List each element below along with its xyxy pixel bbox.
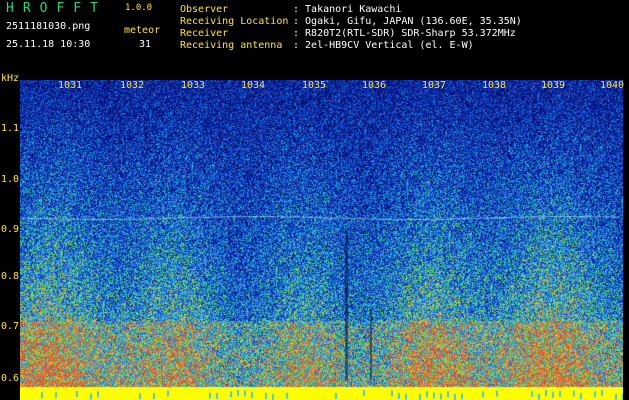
app-logo: HROFFT: [6, 1, 107, 16]
y-tick-0-8: 0.8: [1, 271, 20, 282]
x-tick-1040: 1040: [600, 80, 625, 91]
info-value-antenna: : 2el-HB9CV Vertical (el. E-W): [293, 40, 474, 51]
x-tick-1039: 1039: [541, 80, 566, 91]
spectrogram: [20, 80, 623, 400]
x-tick-1031: 1031: [58, 80, 83, 91]
y-axis-unit: kHz: [1, 73, 20, 84]
app-version: 1.0.0: [125, 3, 153, 13]
hrofft-window: HROFFT 1.0.0 2511181030.png 25.11.18 10:…: [0, 0, 629, 400]
x-tick-1032: 1032: [120, 80, 145, 91]
timestamp: 25.11.18 10:30: [6, 39, 91, 50]
x-tick-1035: 1035: [302, 80, 327, 91]
info-label-antenna: Receiving antenna: [180, 40, 283, 51]
y-tick-0-6: 0.6: [1, 373, 20, 384]
x-tick-1033: 1033: [181, 80, 206, 91]
meteor-label: meteor: [124, 25, 161, 36]
info-label-location: Receiving Location: [180, 16, 289, 27]
meteor-count: 31: [139, 39, 152, 50]
x-tick-1038: 1038: [482, 80, 507, 91]
info-label-receiver: Receiver: [180, 28, 229, 39]
x-tick-1036: 1036: [362, 80, 387, 91]
x-tick-1034: 1034: [241, 80, 266, 91]
info-value-location: : Ogaki, Gifu, JAPAN (136.60E, 35.35N): [293, 16, 522, 27]
y-tick-1-0: 1.0: [1, 174, 20, 185]
y-tick-0-7: 0.7: [1, 321, 20, 332]
file-name: 2511181030.png: [6, 21, 91, 32]
y-tick-1-1: 1.1: [1, 123, 20, 134]
y-tick-0-9: 0.9: [1, 224, 20, 235]
info-value-receiver: : R820T2(RTL-SDR) SDR-Sharp 53.372MHz: [293, 28, 516, 39]
x-tick-1037: 1037: [422, 80, 447, 91]
info-value-observer: : Takanori Kawachi: [293, 4, 402, 15]
info-label-observer: Observer: [180, 4, 229, 15]
